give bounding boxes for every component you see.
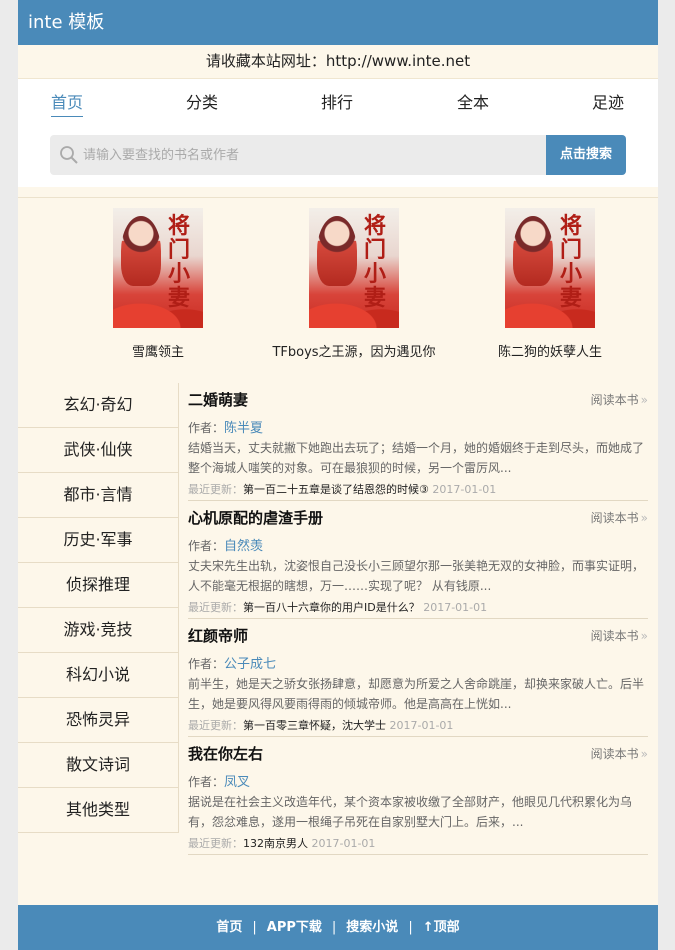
book-title[interactable]: 我在你左右 xyxy=(188,743,263,764)
search-input[interactable] xyxy=(83,135,543,175)
book-description: 丈夫宋先生出轨，沈姿恨自己没长小三顾望尔那一张美艳无双的女神脸，而事实证明，人不… xyxy=(188,559,645,593)
bookmark-notice: 请收藏本站网址：http://www.inte.net xyxy=(18,45,658,79)
nav-item-history[interactable]: 足迹 xyxy=(592,89,624,116)
author-name[interactable]: 陈半夏 xyxy=(224,421,263,436)
book-item: 心机原配的虐渣手册 阅读本书» 作者：自然羡 丈夫宋先生出轨，沈姿恨自己没长小三… xyxy=(188,501,648,619)
book-item: 二婚萌妻 阅读本书» 作者：陈半夏 结婚当天，丈夫就撇下她跑出去玩了；结婚一个月… xyxy=(188,383,648,501)
nav-item-category[interactable]: 分类 xyxy=(186,89,218,116)
double-chevron-right-icon: » xyxy=(640,511,648,525)
book-author: 作者：公子成七 xyxy=(188,657,277,672)
latest-update: 最近更新：第一百八十六章你的用户ID是什么？ 2017-01-01 xyxy=(188,601,488,614)
latest-update: 最近更新：132南京男人 2017-01-01 xyxy=(188,837,376,850)
search-icon xyxy=(60,146,78,164)
footer-link-home[interactable]: 首页 xyxy=(216,920,242,935)
update-date: 2017-01-01 xyxy=(311,837,376,850)
read-book-link[interactable]: 阅读本书» xyxy=(591,627,648,644)
category-item[interactable]: 游戏·竞技 xyxy=(18,608,178,653)
footer-nav: 首页 | APP下载 | 搜索小说 | ↑顶部 xyxy=(18,905,658,950)
separator: | xyxy=(331,920,337,935)
separator: | xyxy=(252,920,257,935)
book-cover-image[interactable]: 将门小妻 xyxy=(505,208,595,328)
book-cover-image[interactable]: 将门小妻 xyxy=(113,208,203,328)
category-item[interactable]: 武侠·仙侠 xyxy=(18,428,178,473)
book-description: 据说是在社会主义改造年代，某个资本家被收缴了全部财产，他眼见几代积累化为乌有，怨… xyxy=(188,795,633,829)
featured-book-name[interactable]: TFboys之王源，因为遇见你 xyxy=(264,341,444,360)
category-item[interactable]: 都市·言情 xyxy=(18,473,178,518)
search-button[interactable]: 点击搜索 xyxy=(546,135,626,175)
update-date: 2017-01-01 xyxy=(432,483,497,496)
site-title[interactable]: inte 模板 xyxy=(28,12,104,33)
latest-update: 最近更新：第一百零三章怀疑，沈大学士 2017-01-01 xyxy=(188,719,454,732)
read-book-link[interactable]: 阅读本书» xyxy=(591,391,648,408)
featured-book[interactable]: 将门小妻 陈二狗的妖孽人生 xyxy=(460,208,640,360)
latest-chapter[interactable]: 132南京男人 xyxy=(243,837,308,850)
main-content: 玄幻·奇幻 武侠·仙侠 都市·言情 历史·军事 侦探推理 游戏·竞技 科幻小说 … xyxy=(18,383,658,863)
latest-update: 最近更新：第一百二十五章是谈了结恩怨的时候③ 2017-01-01 xyxy=(188,483,497,496)
featured-book-name[interactable]: 雪鹰领主 xyxy=(68,341,248,360)
footer-link-app-download[interactable]: APP下载 xyxy=(267,920,322,935)
footer-link-search[interactable]: 搜索小说 xyxy=(346,920,398,935)
update-date: 2017-01-01 xyxy=(389,719,454,732)
nav-item-ranking[interactable]: 排行 xyxy=(321,89,353,116)
divider xyxy=(18,187,658,198)
book-item: 红颜帝师 阅读本书» 作者：公子成七 前半生，她是天之骄女张扬肆意，却愿意为所爱… xyxy=(188,619,648,737)
page: inte 模板 请收藏本站网址：http://www.inte.net 首页 分… xyxy=(18,0,658,950)
book-title[interactable]: 心机原配的虐渣手册 xyxy=(188,507,323,528)
double-chevron-right-icon: » xyxy=(640,629,648,643)
book-list: 二婚萌妻 阅读本书» 作者：陈半夏 结婚当天，丈夫就撇下她跑出去玩了；结婚一个月… xyxy=(188,383,648,855)
nav-item-completed[interactable]: 全本 xyxy=(457,89,489,116)
book-author: 作者：凤叉 xyxy=(188,775,251,790)
latest-chapter[interactable]: 第一百八十六章你的用户ID是什么？ xyxy=(243,601,420,614)
author-name[interactable]: 自然羡 xyxy=(224,539,263,554)
main-nav: 首页 分类 排行 全本 足迹 xyxy=(18,79,658,125)
book-title[interactable]: 红颜帝师 xyxy=(188,625,248,646)
featured-books: 将门小妻 雪鹰领主 将门小妻 TFboys之王源，因为遇见你 将门小妻 陈二狗的… xyxy=(18,198,658,383)
read-book-link[interactable]: 阅读本书» xyxy=(591,745,648,762)
book-description: 结婚当天，丈夫就撇下她跑出去玩了；结婚一个月，她的婚姻终于走到尽头，而她成了整个… xyxy=(188,441,645,475)
nav-area: 首页 分类 排行 全本 足迹 点击搜索 xyxy=(18,79,658,187)
double-chevron-right-icon: » xyxy=(640,393,648,407)
app-header: inte 模板 xyxy=(18,0,658,45)
category-list: 玄幻·奇幻 武侠·仙侠 都市·言情 历史·军事 侦探推理 游戏·竞技 科幻小说 … xyxy=(18,383,179,833)
separator: | xyxy=(408,920,413,935)
featured-book[interactable]: 将门小妻 TFboys之王源，因为遇见你 xyxy=(264,208,444,360)
category-item[interactable]: 历史·军事 xyxy=(18,518,178,563)
category-item[interactable]: 散文诗词 xyxy=(18,743,178,788)
book-author: 作者：陈半夏 xyxy=(188,421,264,436)
update-date: 2017-01-01 xyxy=(423,601,488,614)
read-book-link[interactable]: 阅读本书» xyxy=(591,509,648,526)
author-name[interactable]: 公子成七 xyxy=(224,657,276,672)
nav-item-home[interactable]: 首页 xyxy=(51,89,84,117)
featured-book-name[interactable]: 陈二狗的妖孽人生 xyxy=(460,341,640,360)
category-item[interactable]: 其他类型 xyxy=(18,788,178,833)
book-cover-image[interactable]: 将门小妻 xyxy=(309,208,399,328)
latest-chapter[interactable]: 第一百二十五章是谈了结恩怨的时候③ xyxy=(243,483,429,496)
book-description: 前半生，她是天之骄女张扬肆意，却愿意为所爱之人舍命跳崖，却换来家破人亡。后半生，… xyxy=(188,677,645,711)
book-item: 我在你左右 阅读本书» 作者：凤叉 据说是在社会主义改造年代，某个资本家被收缴了… xyxy=(188,737,648,855)
book-author: 作者：自然羡 xyxy=(188,539,264,554)
category-item[interactable]: 恐怖灵异 xyxy=(18,698,178,743)
category-item[interactable]: 科幻小说 xyxy=(18,653,178,698)
search-bar: 点击搜索 xyxy=(50,135,626,175)
book-title[interactable]: 二婚萌妻 xyxy=(188,389,248,410)
author-name[interactable]: 凤叉 xyxy=(224,775,250,790)
category-item[interactable]: 侦探推理 xyxy=(18,563,178,608)
featured-book[interactable]: 将门小妻 雪鹰领主 xyxy=(68,208,248,360)
double-chevron-right-icon: » xyxy=(640,747,648,761)
category-item[interactable]: 玄幻·奇幻 xyxy=(18,383,178,428)
footer-link-top[interactable]: ↑顶部 xyxy=(423,920,460,935)
latest-chapter[interactable]: 第一百零三章怀疑，沈大学士 xyxy=(243,719,386,732)
